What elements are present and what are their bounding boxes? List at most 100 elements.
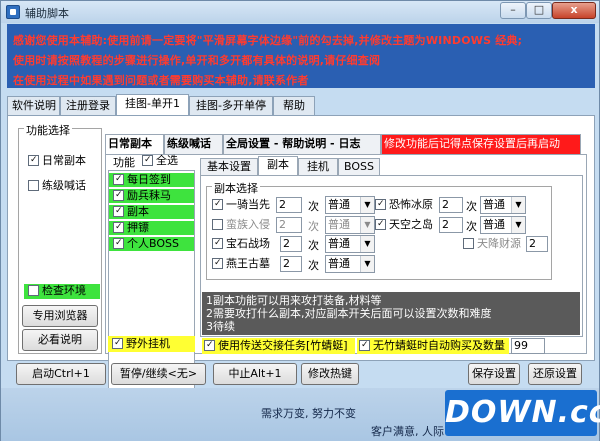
notice-line-2: 使用时请按照教程的步骤进行操作,单开和多开都有具体的说明,请仔细查阅 [13, 54, 381, 67]
times-label: 次 [308, 239, 319, 252]
func-item-escort[interactable]: 押镖 [109, 221, 194, 235]
auto-buy-checkbox[interactable]: 无竹蜻蜓时自动购买及数量 [357, 338, 509, 354]
browser-button[interactable]: 专用浏览器 [22, 305, 98, 327]
footer-banner: 需求万变, 努力不变 客户满意, 人际 DOWN.cc [1, 388, 600, 441]
func-item-label: 每日签到 [127, 173, 171, 186]
pause-button[interactable]: 暂停/继续<无> [111, 363, 206, 385]
dungeon-count-input[interactable]: 2 [280, 236, 302, 252]
chevron-down-icon: ▼ [360, 197, 374, 213]
tab-software-info[interactable]: 软件说明 [7, 96, 60, 115]
close-button[interactable]: x [552, 2, 596, 19]
notice-line-3: 在使用过程中如果遇到问题或者需要购买本辅助,请联系作者 [13, 74, 309, 87]
func-item-label: 押镖 [127, 221, 149, 234]
dungeon-name: 蛮族入侵 [226, 218, 270, 231]
checkbox-checked-icon [113, 222, 124, 233]
field-hang-checkbox[interactable]: 野外挂机 [108, 336, 195, 352]
checkbox-empty-icon [463, 238, 474, 249]
checkbox-empty-icon [28, 180, 39, 191]
chevron-down-icon: ▼ [360, 217, 374, 233]
dungeon-row-2-checkbox[interactable]: 恐怖冰原 [375, 198, 433, 213]
tab-boss[interactable]: BOSS [338, 158, 380, 175]
chevron-down-icon: ▼ [511, 217, 525, 233]
tab-hangup[interactable]: 挂机 [298, 158, 338, 175]
tab-global-settings[interactable]: 全局设置 - 帮助说明 - 日志 [223, 134, 381, 154]
func-item-boss[interactable]: 个人BOSS [109, 237, 194, 251]
inner-tab-bar: 基本设置 副本 挂机 BOSS [200, 156, 580, 176]
dungeon-count-input[interactable]: 2 [276, 217, 302, 233]
dungeon-row-7-checkbox[interactable]: 燕王古墓 [212, 257, 270, 272]
tab-multi-open[interactable]: 挂图-多开单停 [189, 96, 273, 115]
chevron-down-icon: ▼ [360, 236, 374, 252]
tab-help[interactable]: 帮助 [273, 96, 315, 115]
slogan-line-1: 需求万变, 努力不变 [261, 407, 356, 420]
func-item-training[interactable]: 励兵秣马 [109, 189, 194, 203]
checkbox-checked-icon [359, 340, 370, 351]
restore-settings-button[interactable]: 还原设置 [528, 363, 582, 385]
check-env-checkbox[interactable]: 检查环境 [24, 284, 100, 299]
must-read-button[interactable]: 必看说明 [22, 329, 98, 351]
times-label: 次 [466, 220, 477, 233]
dungeon-name: 一骑当先 [226, 198, 270, 211]
difficulty-select[interactable]: 普通 ▼ [480, 216, 526, 234]
tab-inner-dungeon[interactable]: 副本 [258, 156, 298, 176]
func-item-dungeon[interactable]: 副本 [109, 205, 194, 219]
select-all-checkbox[interactable]: 全选 [142, 154, 178, 169]
difficulty-value: 普通 [483, 198, 505, 211]
dungeon-row-1-checkbox[interactable]: 一骑当先 [212, 198, 270, 213]
checkbox-checked-icon [212, 199, 223, 210]
transfer-checkbox[interactable]: 使用传送交接任务[竹蜻蜓] [202, 338, 355, 354]
difficulty-select[interactable]: 普通 ▼ [325, 216, 375, 234]
window-title: 辅助脚本 [25, 7, 69, 20]
difficulty-select[interactable]: 普通 ▼ [325, 235, 375, 253]
select-all-label: 全选 [156, 154, 178, 167]
dungeon-count-input[interactable]: 2 [276, 197, 302, 213]
info-line-1: 1副本功能可以用来攻打装备,材料等 [206, 294, 382, 307]
function-label: 功能 [113, 156, 135, 169]
leveling-label: 练级喊话 [42, 179, 86, 192]
dungeon-count-input[interactable]: 2 [439, 217, 463, 233]
difficulty-select[interactable]: 普通 ▼ [325, 255, 375, 273]
info-line-3: 3待续 [206, 320, 235, 333]
modify-hotkey-button[interactable]: 修改热键 [301, 363, 359, 385]
dungeon-count-input[interactable]: 2 [526, 236, 548, 252]
daily-checkbox[interactable]: 日常副本 [28, 154, 86, 169]
checkbox-checked-icon [113, 190, 124, 201]
leveling-checkbox[interactable]: 练级喊话 [28, 179, 86, 194]
dungeon-name: 宝石战场 [226, 237, 270, 250]
times-label: 次 [308, 259, 319, 272]
func-item-label: 个人BOSS [127, 237, 179, 250]
difficulty-select[interactable]: 普通 ▼ [325, 196, 375, 214]
func-item-signin[interactable]: 每日签到 [109, 173, 194, 187]
save-settings-button[interactable]: 保存设置 [468, 363, 520, 385]
times-label: 次 [466, 200, 477, 213]
minimize-button[interactable]: – [500, 2, 526, 19]
dungeon-row-5-checkbox[interactable]: 天降财源 [463, 237, 521, 252]
difficulty-value: 普通 [328, 237, 350, 250]
times-label: 次 [308, 220, 319, 233]
buy-quantity-input[interactable]: 99 [511, 338, 545, 354]
tab-daily[interactable]: 日常副本 [105, 134, 164, 154]
tab-basic-settings[interactable]: 基本设置 [200, 158, 258, 175]
tab-register-login[interactable]: 注册登录 [60, 96, 116, 115]
info-box: 1副本功能可以用来攻打装备,材料等 2需要攻打什么副本,对应副本开关后面可以设置… [202, 292, 580, 335]
dungeon-row-6-checkbox[interactable]: 宝石战场 [212, 237, 270, 252]
dungeon-row-4-checkbox[interactable]: 天空之岛 [375, 218, 433, 233]
chevron-down-icon: ▼ [511, 197, 525, 213]
info-line-2: 2需要攻打什么副本,对应副本开关后面可以设置次数和难度 [206, 307, 492, 320]
title-bar[interactable]: 辅助脚本 – □ x [1, 1, 599, 23]
stop-button[interactable]: 中止Alt+1 [213, 363, 297, 385]
maximize-button[interactable]: □ [526, 2, 552, 19]
tab-single-open[interactable]: 挂图-单开1 [116, 94, 189, 116]
notice-banner: 感谢您使用本辅助:使用前请一定要将"平滑屏幕字体边缘"前的勾去掉,并修改主题为W… [7, 24, 595, 88]
start-button[interactable]: 启动Ctrl+1 [16, 363, 106, 385]
difficulty-select[interactable]: 普通 ▼ [480, 196, 526, 214]
auto-buy-label: 无竹蜻蜓时自动购买及数量 [373, 339, 505, 352]
field-hang-label: 野外挂机 [126, 337, 170, 350]
tab-shout[interactable]: 练级喊话 [164, 134, 223, 154]
dungeon-row-3-checkbox[interactable]: 蛮族入侵 [212, 218, 270, 233]
dungeon-count-input[interactable]: 2 [280, 256, 302, 272]
dungeon-count-input[interactable]: 2 [439, 197, 463, 213]
checkbox-checked-icon [113, 238, 124, 249]
times-label: 次 [308, 200, 319, 213]
daily-label: 日常副本 [42, 154, 86, 167]
